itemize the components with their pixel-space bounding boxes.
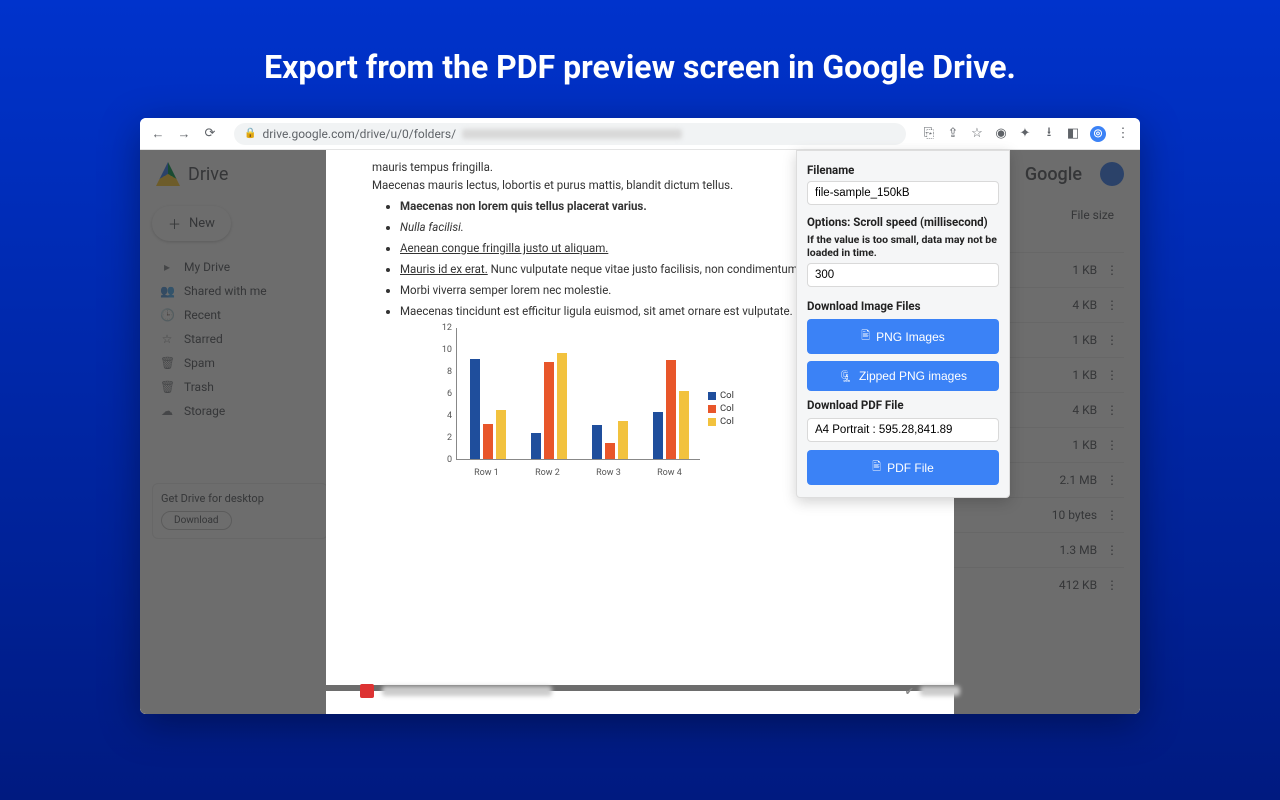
sidebar-icon[interactable]: ◧	[1066, 127, 1080, 141]
y-tick: 10	[432, 345, 452, 355]
options-label: Options: Scroll speed (millisecond)	[807, 215, 999, 229]
install-icon[interactable]: ⎘	[922, 127, 936, 141]
legend-item: Col	[708, 416, 734, 427]
scroll-speed-input[interactable]	[807, 263, 999, 287]
pdf-bullet: Aenean congue fringilla justo ut aliquam…	[400, 241, 608, 255]
chart-bar	[544, 362, 554, 459]
address-bar[interactable]: 🔒 drive.google.com/drive/u/0/folders/	[234, 123, 906, 145]
filename-label: Filename	[807, 163, 999, 177]
chart-bar	[605, 443, 615, 460]
toolbar-icons: ⎘ ⇪ ☆ ◉ ✦ ⭳ ◧ ◎ ⋮	[922, 126, 1130, 142]
section-image-files: Download Image Files	[807, 299, 999, 313]
extensions-icon[interactable]: ✦	[1018, 127, 1032, 141]
chart-bar	[557, 353, 567, 459]
x-label: Row 1	[462, 468, 512, 478]
y-tick: 4	[432, 411, 452, 421]
filename-input[interactable]	[807, 181, 999, 205]
zip-icon: 🗜	[839, 370, 853, 383]
profile-icon[interactable]: ◎	[1090, 126, 1106, 142]
zipped-png-button[interactable]: 🗜 Zipped PNG images	[807, 361, 999, 391]
pdf-file-button[interactable]: 🖹 PDF File	[807, 450, 999, 485]
x-label: Row 4	[645, 468, 695, 478]
y-tick: 2	[432, 433, 452, 443]
pdf-size-input[interactable]	[807, 418, 999, 442]
legend-item: Col	[708, 403, 734, 414]
extension-popup: Filename Options: Scroll speed (millisec…	[796, 150, 1010, 498]
footer-check-icon: ✔	[905, 685, 914, 698]
chart-bar	[531, 433, 541, 459]
pdf-file-icon	[360, 684, 374, 698]
pdf-file-label: PDF File	[887, 461, 934, 475]
file-icon: 🖹	[872, 458, 881, 477]
url-text: drive.google.com/drive/u/0/folders/	[262, 127, 456, 141]
chart-bar	[592, 425, 602, 459]
chart-bar	[483, 424, 493, 459]
options-hint: If the value is too small, data may not …	[807, 233, 999, 259]
file-icon: 🖹	[861, 327, 870, 346]
browser-toolbar: ← → ⟳ 🔒 drive.google.com/drive/u/0/folde…	[140, 118, 1140, 150]
section-pdf-file: Download PDF File	[807, 398, 999, 412]
legend-label: Col	[720, 416, 734, 427]
download-icon[interactable]: ⭳	[1042, 127, 1056, 141]
x-label: Row 3	[584, 468, 634, 478]
share-icon[interactable]: ⇪	[946, 127, 960, 141]
chart-bar	[470, 359, 480, 459]
reload-icon[interactable]: ⟳	[202, 126, 218, 141]
forward-icon[interactable]: →	[176, 126, 192, 142]
png-images-button[interactable]: 🖹 PNG Images	[807, 319, 999, 354]
y-tick: 0	[432, 455, 452, 465]
screenshot-frame: ← → ⟳ 🔒 drive.google.com/drive/u/0/folde…	[140, 118, 1140, 714]
x-label: Row 2	[523, 468, 573, 478]
legend-swatch	[708, 405, 716, 413]
y-tick: 8	[432, 367, 452, 377]
legend-label: Col	[720, 403, 734, 414]
legend-swatch	[708, 418, 716, 426]
menu-icon[interactable]: ⋮	[1116, 127, 1130, 141]
back-icon[interactable]: ←	[150, 126, 166, 142]
pdf-bullet: Morbi viverra semper lorem nec molestie.	[400, 283, 611, 297]
chart-bar	[666, 360, 676, 459]
chart-legend: Col Col Col	[708, 328, 734, 478]
ext-badge-icon[interactable]: ◉	[994, 127, 1008, 141]
legend-swatch	[708, 392, 716, 400]
chart-bar	[618, 421, 628, 460]
y-tick: 12	[432, 323, 452, 333]
y-tick: 6	[432, 389, 452, 399]
filename-blurred	[382, 686, 552, 696]
url-blurred	[462, 129, 682, 139]
star-icon[interactable]: ☆	[970, 127, 984, 141]
pdf-bullet: Maecenas tincidunt est efficitur ligula …	[400, 304, 793, 318]
preview-footer: ✔	[360, 680, 960, 702]
pdf-bullet: Maecenas non lorem quis tellus placerat …	[400, 199, 647, 213]
pdf-bullet: Nulla facilisi.	[400, 220, 464, 234]
legend-item: Col	[708, 390, 734, 401]
lock-icon: 🔒	[244, 128, 256, 139]
footer-blurred	[920, 686, 960, 696]
chart-bar	[496, 410, 506, 460]
pdf-bullet: Mauris id ex erat.	[400, 262, 488, 276]
chart-bar	[679, 391, 689, 459]
legend-label: Col	[720, 390, 734, 401]
chart-bar	[653, 412, 663, 459]
hero-title: Export from the PDF preview screen in Go…	[0, 0, 1280, 118]
png-images-label: PNG Images	[876, 330, 945, 344]
zipped-png-label: Zipped PNG images	[859, 369, 967, 383]
